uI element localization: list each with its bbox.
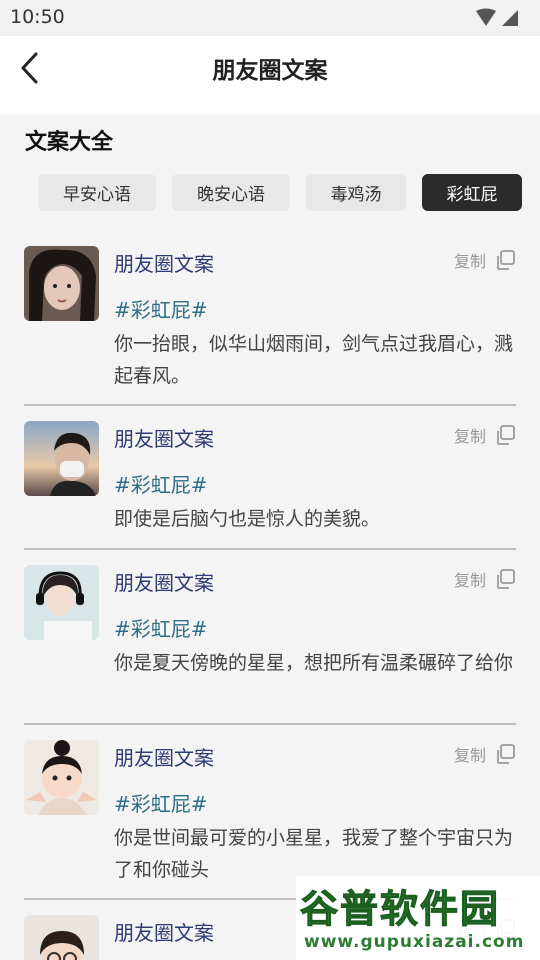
copy-icon [497,425,515,445]
avatar[interactable] [24,915,99,960]
avatar[interactable] [24,740,99,815]
copy-label: 复制 [453,427,486,446]
tab-rainbow[interactable]: 彩虹屁 [422,174,522,211]
post-author: 朋友圈文案 [114,252,214,276]
status-bar: 10:50 [0,0,540,36]
copy-button[interactable]: 复制 [454,246,516,274]
avatar[interactable] [24,421,99,496]
watermark-title: 谷普软件园 [299,887,501,932]
copy-icon [497,250,515,270]
divider [24,404,516,406]
post-author: 朋友圈文案 [114,921,214,945]
post-text: 你一抬眼，似华山烟雨间，剑气点过我眉心，溅起春风。 [114,333,514,387]
copy-button[interactable]: 复制 [454,421,516,449]
post-tag: #彩虹屁# [114,298,208,322]
post-author: 朋友圈文案 [114,746,214,770]
signal-wifi-icon [476,8,518,26]
copy-button[interactable]: 复制 [454,565,516,593]
watermark-url: www.gupuxiazai.com [304,932,525,952]
section-title: 文案大全 [25,130,114,155]
post-text: 即使是后脑勺也是惊人的美貌。 [114,508,381,530]
post-text: 你是夏天傍晚的星星，想把所有温柔碾碎了给你 [114,652,514,674]
watermark: 谷普软件园 www.gupuxiazai.com [296,876,540,960]
copy-label: 复制 [453,746,486,765]
copy-icon [497,569,515,589]
tab-morning[interactable]: 早安心语 [38,174,156,211]
divider [24,723,516,725]
tab-poison-soup[interactable]: 毒鸡汤 [306,174,406,211]
page-title: 朋友圈文案 [212,58,328,84]
divider [24,548,516,550]
avatar[interactable] [24,565,99,640]
copy-button[interactable]: 复制 [454,740,516,768]
post-author: 朋友圈文案 [114,427,214,451]
avatar[interactable] [24,246,99,321]
copy-label: 复制 [453,571,486,590]
copy-icon [497,744,515,764]
post-tag: #彩虹屁# [114,792,208,816]
copy-label: 复制 [453,252,486,271]
post-tag: #彩虹屁# [114,473,208,497]
tab-night[interactable]: 晚安心语 [172,174,290,211]
post-tag: #彩虹屁# [114,617,208,641]
status-time: 10:50 [10,6,65,28]
post-author: 朋友圈文案 [114,571,214,595]
top-nav-bar: 朋友圈文案 [0,36,540,114]
